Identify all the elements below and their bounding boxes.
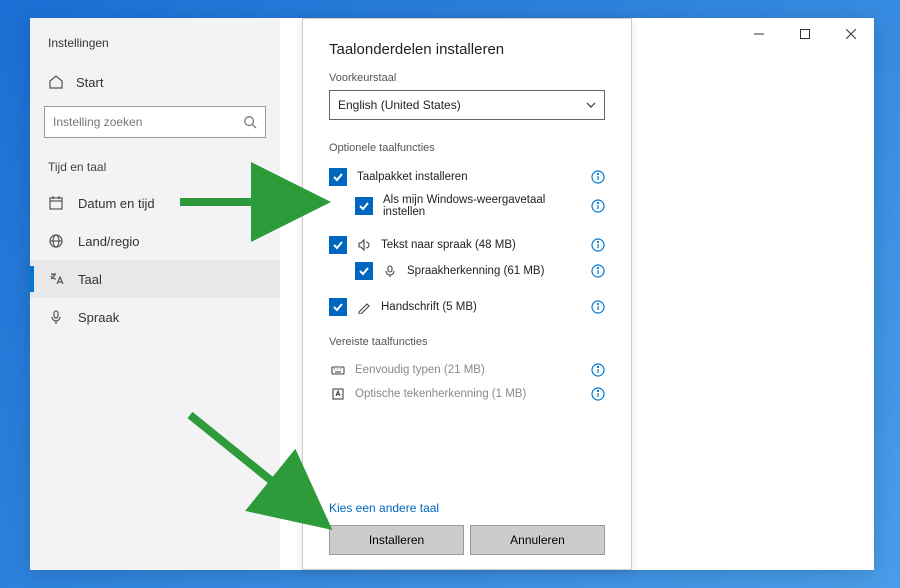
checkbox-install-pack[interactable] [329, 168, 347, 186]
checkbox-tts[interactable] [329, 236, 347, 254]
main-area: Taalonderdelen installeren Voorkeurstaal… [280, 18, 874, 570]
sidebar-item-label: Spraak [78, 310, 119, 325]
required-ocr: Optische tekenherkenning (1 MB) [329, 382, 605, 406]
info-icon[interactable] [591, 363, 605, 377]
feature-label: Taalpakket installeren [357, 171, 581, 183]
sidebar-section-title: Tijd en taal [30, 152, 280, 184]
feature-label: Spraakherkenning (61 MB) [407, 265, 581, 277]
feature-set-display: Als mijn Windows-weergavetaal instellen [329, 190, 605, 222]
globe-icon [48, 233, 64, 249]
calendar-icon [48, 195, 64, 211]
sidebar: Instellingen Start Tijd en taal Datum en… [30, 18, 280, 570]
info-icon[interactable] [591, 300, 605, 314]
feature-label: Eenvoudig typen (21 MB) [355, 364, 581, 376]
sidebar-item-label: Taal [78, 272, 102, 287]
info-icon[interactable] [591, 238, 605, 252]
pen-icon [357, 300, 371, 314]
chevron-down-icon [586, 100, 596, 110]
modal-title: Taalonderdelen installeren [329, 41, 605, 58]
language-dropdown[interactable]: English (United States) [329, 90, 605, 120]
search-box[interactable] [44, 106, 266, 138]
choose-other-language-link[interactable]: Kies een andere taal [329, 501, 439, 515]
ocr-icon [331, 387, 345, 401]
optional-features-heading: Optionele taalfuncties [329, 142, 605, 154]
info-icon[interactable] [591, 170, 605, 184]
install-language-modal: Taalonderdelen installeren Voorkeurstaal… [302, 18, 632, 570]
checkbox-set-display[interactable] [355, 197, 373, 215]
cancel-button[interactable]: Annuleren [470, 525, 605, 555]
install-button[interactable]: Installeren [329, 525, 464, 555]
sidebar-item-label: Land/regio [78, 234, 139, 249]
language-icon [48, 271, 64, 287]
tts-icon [357, 238, 371, 252]
sidebar-item-label: Datum en tijd [78, 196, 155, 211]
microphone-icon [48, 309, 64, 325]
selected-language: English (United States) [338, 98, 461, 112]
sidebar-item-date-time[interactable]: Datum en tijd [30, 184, 280, 222]
home-link[interactable]: Start [30, 64, 280, 100]
home-label: Start [76, 75, 103, 90]
feature-label: Handschrift (5 MB) [381, 301, 581, 313]
sidebar-item-speech[interactable]: Spraak [30, 298, 280, 336]
info-icon[interactable] [591, 387, 605, 401]
search-input[interactable] [53, 115, 243, 129]
modal-footer: Kies een andere taal Installeren Annuler… [329, 499, 605, 555]
preferred-language-label: Voorkeurstaal [329, 72, 605, 84]
window-title: Instellingen [30, 30, 280, 64]
feature-label: Als mijn Windows-weergavetaal instellen [383, 194, 581, 218]
sidebar-item-language[interactable]: Taal [30, 260, 280, 298]
home-icon [48, 74, 64, 90]
feature-label: Optische tekenherkenning (1 MB) [355, 388, 581, 400]
feature-label: Tekst naar spraak (48 MB) [381, 239, 581, 251]
settings-window: Instellingen Start Tijd en taal Datum en… [30, 18, 874, 570]
checkbox-speech-rec[interactable] [355, 262, 373, 280]
sidebar-item-region[interactable]: Land/regio [30, 222, 280, 260]
checkbox-handwriting[interactable] [329, 298, 347, 316]
required-basic-typing: Eenvoudig typen (21 MB) [329, 358, 605, 382]
search-icon [243, 115, 257, 129]
feature-install-pack: Taalpakket installeren [329, 164, 605, 190]
microphone-icon [383, 264, 397, 278]
feature-handwriting: Handschrift (5 MB) [329, 294, 605, 320]
feature-tts: Tekst naar spraak (48 MB) [329, 232, 605, 258]
required-features-heading: Vereiste taalfuncties [329, 336, 605, 348]
keyboard-icon [331, 363, 345, 377]
feature-speech-rec: Spraakherkenning (61 MB) [329, 258, 605, 284]
info-icon[interactable] [591, 199, 605, 213]
info-icon[interactable] [591, 264, 605, 278]
